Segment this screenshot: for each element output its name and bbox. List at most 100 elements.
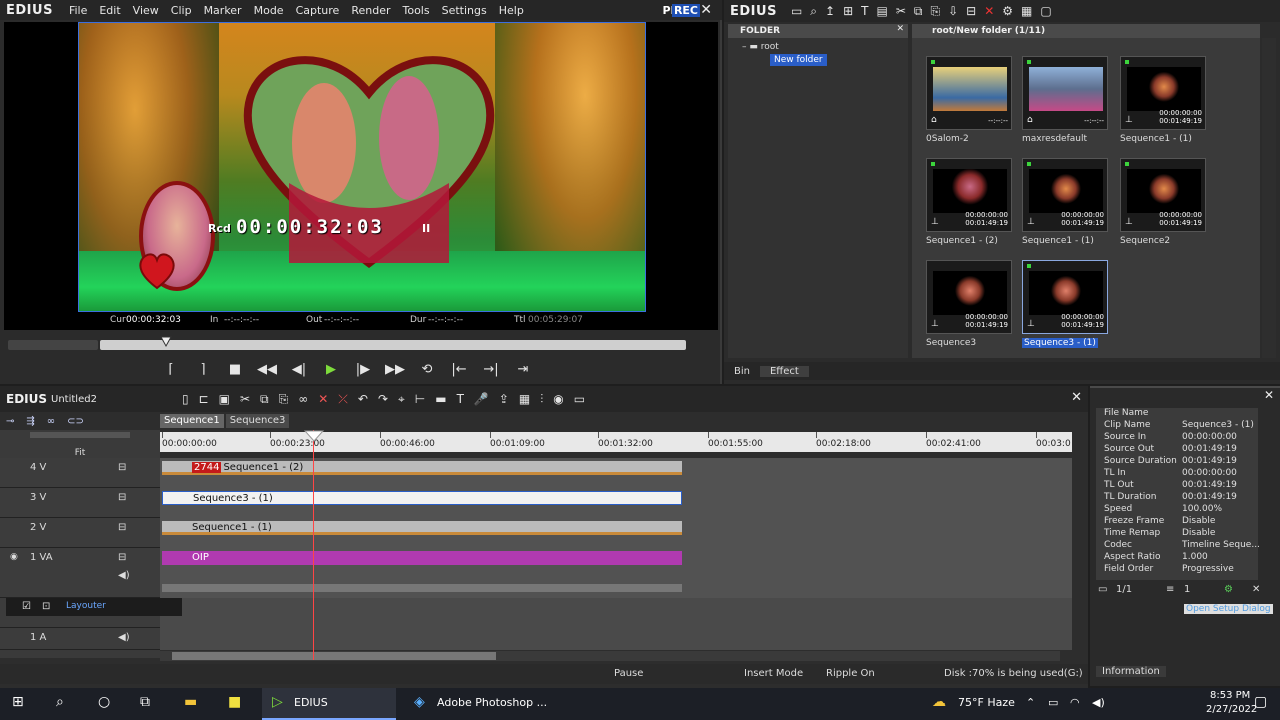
overwrite-icon[interactable]: →|	[480, 362, 502, 377]
view-icon[interactable]: ▦	[1017, 4, 1036, 18]
tab-bin[interactable]: Bin	[724, 366, 760, 377]
track-1a[interactable]	[160, 628, 1072, 650]
notification-icon[interactable]: ▢	[1254, 694, 1267, 710]
track-header-3v[interactable]: 3 V ⊟	[0, 488, 160, 518]
open-project-icon[interactable]: ⊏	[194, 392, 214, 406]
fast-forward-icon[interactable]: ▶▶	[384, 362, 406, 377]
menu-settings[interactable]: Settings	[436, 4, 493, 17]
menu-file[interactable]: File	[63, 4, 93, 17]
clip-thumbnail-selected[interactable]: ⊥ 00:00:00:00 00:01:49:19	[1022, 260, 1108, 334]
menu-help[interactable]: Help	[493, 4, 530, 17]
up-folder-icon[interactable]: ↥	[821, 4, 839, 18]
tray-chevron-icon[interactable]: ⌃	[1026, 696, 1035, 709]
task-view-icon[interactable]: ⧉	[140, 694, 150, 710]
copy-icon[interactable]: ⧉	[255, 392, 274, 407]
track-lock-icon[interactable]: ⊟	[118, 522, 126, 533]
tab-effect[interactable]: Effect	[759, 365, 809, 377]
time-ruler[interactable]: 00:00:00:00 00:00:23:00 00:00:46:00 00:0…	[160, 432, 1072, 452]
tab-sequence3[interactable]: Sequence3	[225, 414, 290, 428]
tree-root[interactable]: – ▬ root	[742, 42, 779, 52]
play-icon[interactable]: ▶	[320, 362, 342, 377]
shuttle-slider[interactable]	[8, 340, 98, 350]
sync-icon[interactable]: ⇶	[26, 416, 34, 430]
speaker-icon[interactable]: ◀)	[118, 632, 130, 643]
copy-icon[interactable]: ⧉	[910, 4, 927, 19]
network-icon[interactable]: ▭	[1048, 696, 1058, 709]
track-lock-icon[interactable]: ⊟	[118, 552, 126, 563]
cortana-icon[interactable]: ○	[98, 694, 110, 710]
track-header-1a[interactable]: 1 A ◀)	[0, 628, 160, 650]
rec-label[interactable]: REC	[671, 4, 700, 17]
track-3v[interactable]: Sequence3 - (1)	[160, 488, 1072, 518]
wifi-icon[interactable]: ◠	[1070, 696, 1080, 709]
mixer-icon[interactable]: ⫶	[535, 392, 548, 407]
menu-view[interactable]: View	[127, 4, 165, 17]
redo-icon[interactable]: ↷	[373, 392, 393, 406]
folder-icon[interactable]: ▭	[787, 4, 806, 18]
clip-label[interactable]: Sequence3	[926, 338, 976, 348]
tab-sequence1[interactable]: Sequence1	[160, 414, 224, 428]
clip-label-selected[interactable]: Sequence3 - (1)	[1022, 338, 1098, 348]
delete-icon[interactable]: ✕	[980, 4, 998, 18]
bin-scrollbar[interactable]	[1262, 38, 1276, 358]
menu-clip[interactable]: Clip	[165, 4, 198, 17]
clip-label[interactable]: Sequence1 - (1)	[1022, 236, 1094, 246]
link-icon[interactable]: ∞	[293, 392, 313, 406]
menu-edit[interactable]: Edit	[93, 4, 126, 17]
track-icon[interactable]: ▬	[430, 392, 451, 406]
eye-icon[interactable]: ◉	[10, 552, 18, 562]
zoom-slider[interactable]	[30, 432, 130, 438]
layer-icon[interactable]: ≡	[1166, 584, 1174, 595]
step-back-icon[interactable]: ◀|	[288, 362, 310, 377]
paste-icon[interactable]: ⎘	[274, 392, 294, 407]
marker-icon[interactable]: ⌖	[393, 392, 410, 407]
track-header-2v[interactable]: 2 V ⊟	[0, 518, 160, 548]
playhead-line[interactable]	[313, 430, 314, 660]
windows-start-icon[interactable]: ⊞	[12, 694, 24, 710]
clock-date[interactable]: 2/27/2022	[1206, 704, 1257, 715]
new-sequence-icon[interactable]: ▯	[177, 392, 194, 406]
window-icon[interactable]: ▢	[1036, 4, 1055, 18]
audio-clip[interactable]	[162, 584, 682, 592]
voiceover-icon[interactable]: 🎤	[469, 392, 494, 406]
menu-tools[interactable]: Tools	[397, 4, 436, 17]
track-header-4v[interactable]: 4 V ⊟	[0, 458, 160, 488]
checkbox-icon[interactable]: ☑	[22, 601, 31, 612]
add-timeline-icon[interactable]: ⊟	[962, 4, 980, 18]
search-icon[interactable]: ⌕	[56, 694, 64, 710]
stop-icon[interactable]: ■	[224, 362, 246, 377]
mode-icon[interactable]: ⊸	[6, 416, 14, 430]
cut-icon[interactable]: ✂	[235, 392, 255, 406]
info-close-icon[interactable]: ✕	[1264, 388, 1274, 402]
export-icon[interactable]: ⇥	[512, 362, 534, 377]
clip-label[interactable]: Sequence2	[1120, 236, 1170, 246]
timeline-clip[interactable]: OIP	[162, 551, 682, 565]
send-to-player-icon[interactable]: ⇩	[944, 4, 962, 18]
folder-icon[interactable]: ▭	[1098, 584, 1107, 595]
split-icon[interactable]: ⊢	[410, 392, 430, 406]
track-lock-icon[interactable]: ⊟	[118, 462, 126, 473]
clip-label[interactable]: Sequence1 - (1)	[1120, 134, 1192, 144]
delete-icon[interactable]: ✕	[313, 392, 333, 406]
layer-row[interactable]: ☑ ⊡ Layouter	[6, 598, 182, 616]
properties-icon[interactable]: ⚙	[998, 4, 1017, 18]
ripple-delete-icon[interactable]: ⤫	[333, 392, 353, 407]
player-close-icon[interactable]: ✕	[700, 2, 712, 18]
link-mode-icon[interactable]: ∞	[47, 416, 55, 430]
menu-mode[interactable]: Mode	[248, 4, 290, 17]
clip-thumbnail[interactable]: ⌂ --:--:--	[926, 56, 1012, 130]
track-lock-icon[interactable]: ⊟	[118, 492, 126, 503]
taskbar-edius[interactable]: EDIUS	[294, 696, 328, 709]
volume-icon[interactable]: ◀)	[1092, 696, 1105, 709]
clip-thumbnail[interactable]: ⊥ 00:00:00:00 00:01:49:19	[926, 158, 1012, 232]
track-header-1va[interactable]: ◉ 1 VA ⊟ ◀)	[0, 548, 160, 598]
delete-layer-icon[interactable]: ✕	[1252, 584, 1260, 595]
scrub-knob[interactable]	[160, 336, 172, 348]
clock-time[interactable]: 8:53 PM	[1210, 690, 1250, 701]
file-explorer-icon[interactable]: ▬	[184, 694, 197, 710]
clip-thumbnail[interactable]: ⊥ 00:00:00:00 00:01:49:19	[1022, 158, 1108, 232]
taskbar-photoshop[interactable]: Adobe Photoshop ...	[437, 696, 547, 709]
group-icon[interactable]: ⊂⊃	[67, 416, 84, 430]
clip-label[interactable]: maxresdefault	[1022, 134, 1087, 144]
track-2v[interactable]: Sequence1 - (1)	[160, 518, 1072, 548]
